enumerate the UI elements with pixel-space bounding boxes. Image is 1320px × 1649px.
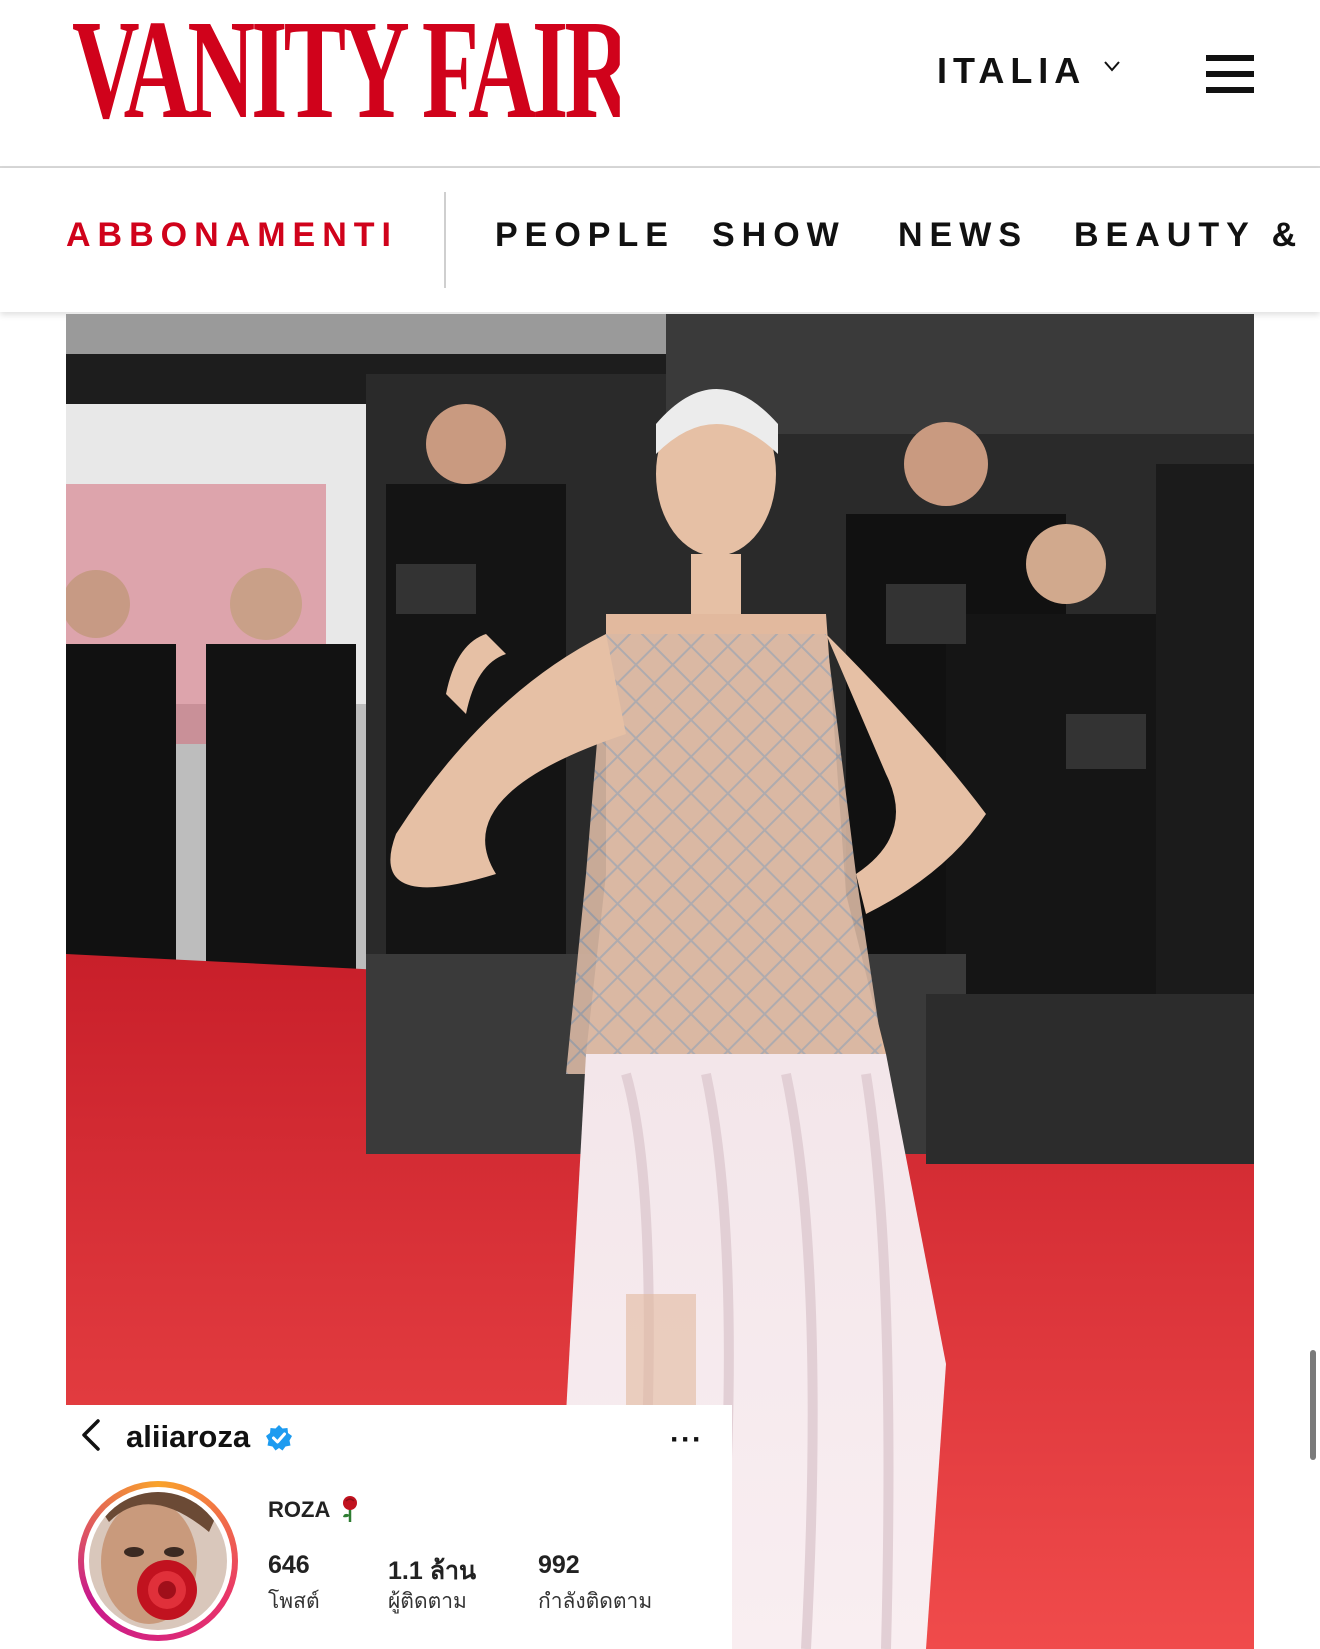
posts-label: โพสต์ — [268, 1589, 320, 1613]
section-nav: ABBONAMENTI PEOPLE SHOW NEWS BEAUTY & — [0, 168, 1320, 312]
chevron-left-icon[interactable] — [78, 1417, 106, 1453]
hamburger-menu-icon[interactable] — [1206, 55, 1254, 93]
profile-avatar[interactable] — [78, 1481, 238, 1641]
nav-item-show[interactable]: SHOW — [712, 216, 846, 255]
profile-username: aliiaroza — [126, 1419, 251, 1454]
page-scrollbar[interactable] — [1310, 1350, 1316, 1460]
nav-item-beauty[interactable]: BEAUTY & — [1074, 216, 1303, 255]
site-logo[interactable]: VANITY FAIR — [72, 4, 620, 134]
verified-badge-icon — [266, 1425, 292, 1451]
profile-display-name: ROZA — [268, 1497, 331, 1522]
edition-selector[interactable]: ITALIA — [937, 50, 1086, 92]
followers-label: ผู้ติดตาม — [388, 1589, 467, 1613]
following-label: กำลังติดตาม — [538, 1589, 653, 1613]
site-header: VANITY FAIR ITALIA — [0, 0, 1320, 168]
following-count[interactable]: 992 — [538, 1551, 580, 1580]
more-options-icon[interactable]: ··· — [670, 1423, 703, 1457]
nav-item-news[interactable]: NEWS — [898, 216, 1028, 255]
nav-item-abbonamenti[interactable]: ABBONAMENTI — [66, 216, 398, 255]
instagram-profile-card: aliiaroza ··· ROZA 646 โพสต์ 1.1 ล้าน ผู… — [66, 1405, 732, 1649]
posts-count[interactable]: 646 — [268, 1551, 310, 1580]
nav-item-people[interactable]: PEOPLE — [495, 216, 675, 255]
chevron-down-icon[interactable] — [1104, 58, 1120, 74]
avatar-photo — [89, 1492, 227, 1630]
rose-icon — [343, 1496, 357, 1522]
nav-divider — [444, 192, 446, 288]
